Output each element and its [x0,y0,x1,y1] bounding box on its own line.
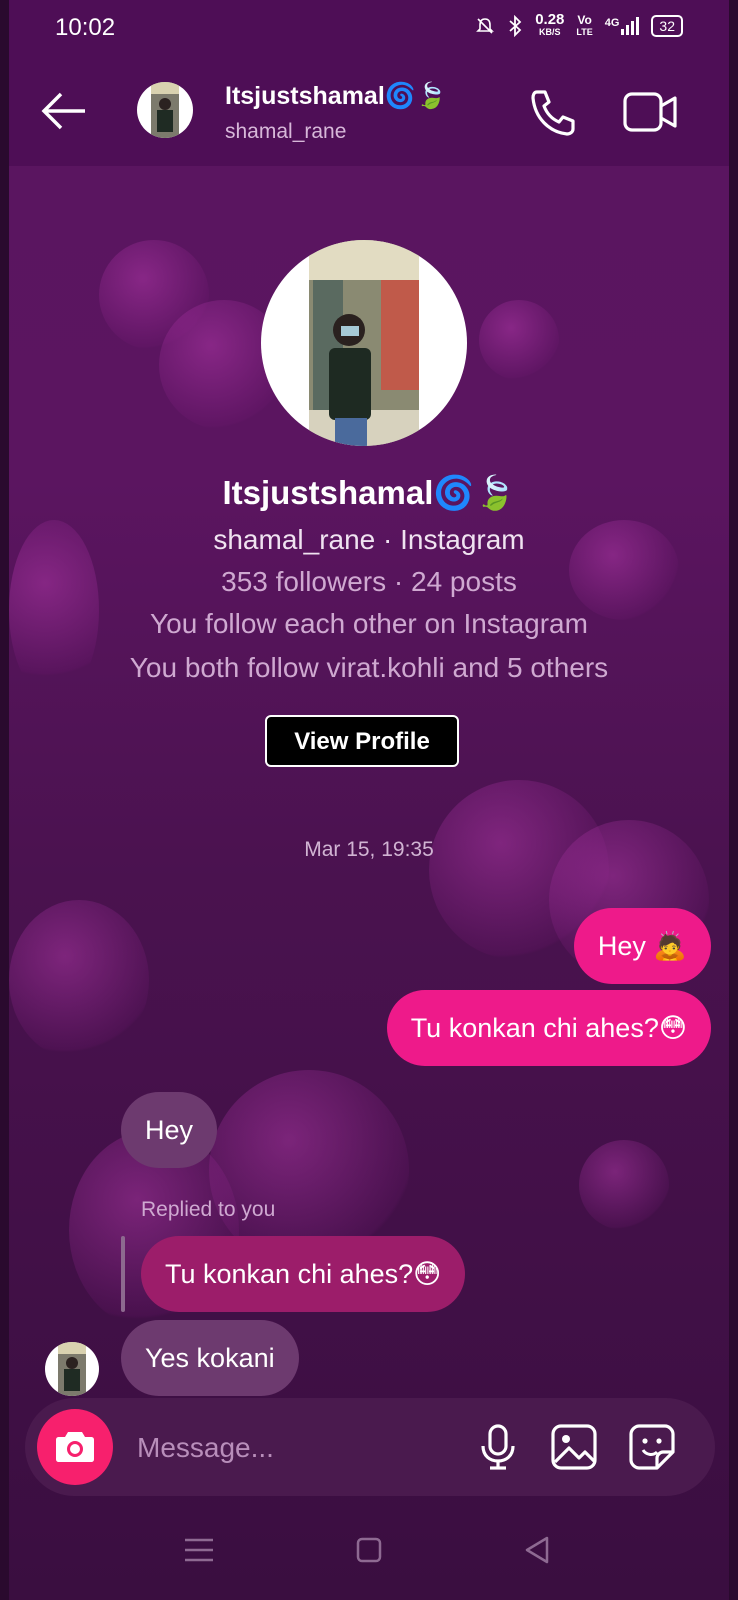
gallery-button[interactable] [549,1422,599,1472]
microphone-icon [481,1424,515,1470]
image-icon [551,1424,597,1470]
back-nav-button[interactable] [517,1530,557,1570]
message-input[interactable] [135,1424,439,1472]
volte-indicator: Vo LTE [576,13,593,37]
status-time: 10:02 [55,14,116,41]
video-camera-icon [623,92,677,132]
network-speed: 0.28 KB/S [535,11,565,37]
back-arrow-icon [41,92,85,130]
sticker-icon [629,1424,675,1470]
camera-button[interactable] [37,1409,113,1485]
profile-stats: 353 followers · 24 posts [221,566,517,597]
menu-lines-icon [185,1538,213,1562]
profile-photo-image [309,240,419,446]
avatar-photo [151,82,179,138]
received-message[interactable]: Hey [121,1092,218,1168]
header-username[interactable]: shamal_rane [225,120,346,144]
signal-bars-icon [621,17,640,35]
message-composer [25,1398,715,1496]
profile-photo[interactable] [261,240,467,446]
mutual-followers: You both follow virat.kohli and 5 others [129,652,609,683]
square-icon [356,1537,382,1563]
sent-message[interactable]: Hey 🙇 [573,908,711,984]
bluetooth-icon [509,15,522,37]
sender-avatar[interactable] [45,1342,99,1396]
chat-screen: 10:02 0.28 KB/S Vo LTE 4G 32 Itsjustsham… [9,0,729,1600]
mute-bell-icon [476,18,495,34]
chat-header: Itsjustshamal🌀🍃 shamal_rane [9,56,729,166]
camera-icon [56,1432,94,1462]
received-message[interactable]: Yes kokani [121,1320,299,1396]
profile-display-name: Itsjustshamal🌀🍃 [222,474,516,511]
status-bar: 10:02 0.28 KB/S Vo LTE 4G 32 [9,0,729,56]
network-type: 4G [604,17,620,29]
follow-status: You follow each other on Instagram [150,608,588,639]
sent-message[interactable]: Tu konkan chi ahes?😳 [386,990,711,1066]
background-heart [9,900,149,1060]
video-call-button[interactable] [621,88,681,136]
sticker-button[interactable] [627,1422,677,1472]
profile-subtitle: shamal_rane · Instagram [213,524,525,555]
phone-icon [531,90,575,136]
avatar-photo [58,1342,86,1396]
background-heart [479,300,559,380]
replied-label: Replied to you [141,1198,276,1221]
back-button[interactable] [39,86,89,136]
status-icons: 0.28 KB/S Vo LTE 4G 32 [475,11,683,38]
voice-message-button[interactable] [473,1422,523,1472]
recent-apps-button[interactable] [179,1530,219,1570]
quoted-reply-message[interactable]: Tu konkan chi ahes?😳 [141,1236,466,1312]
home-button[interactable] [349,1530,389,1570]
header-avatar[interactable] [137,82,193,138]
voice-call-button[interactable] [527,86,579,138]
header-display-name[interactable]: Itsjustshamal🌀🍃 [225,82,447,111]
background-heart [579,1140,669,1230]
reply-indicator-bar [121,1236,125,1312]
message-timestamp: Mar 15, 19:35 [304,838,434,861]
battery-indicator: 32 [651,15,683,37]
triangle-back-icon [525,1536,549,1564]
system-navigation-bar [9,1510,729,1600]
signal-indicator: 4G [605,17,640,35]
view-profile-button[interactable]: View Profile [265,715,459,767]
